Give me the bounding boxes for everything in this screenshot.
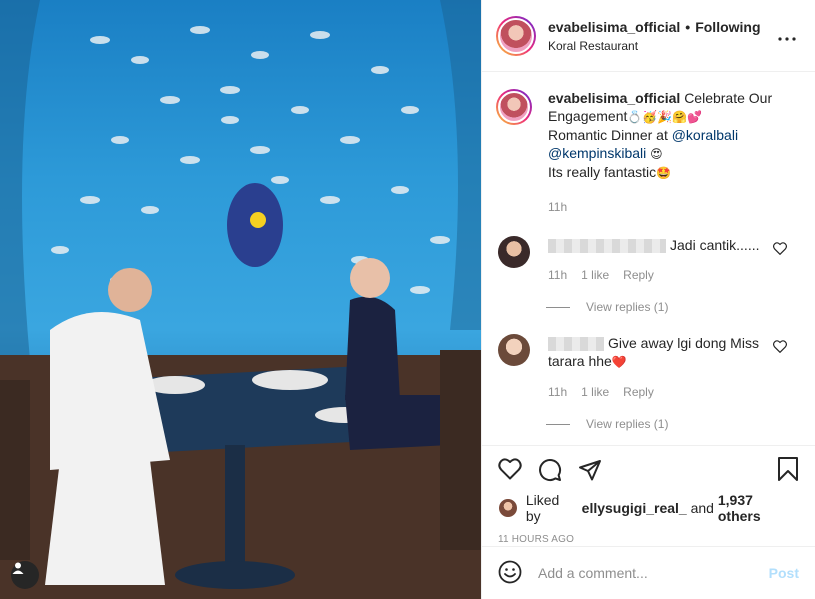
view-replies-label: View replies (1) xyxy=(586,417,669,431)
comments-section[interactable]: evabelisima_official Celebrate Our Engag… xyxy=(482,73,815,445)
comment-icon[interactable] xyxy=(538,458,578,482)
post-actions: Liked by ellysugigi_real_ and 1,937 othe… xyxy=(482,445,815,545)
post-timestamp: 11 HOURS AGO xyxy=(498,534,575,545)
likes-prefix: Liked by xyxy=(525,492,560,524)
bookmark-icon[interactable] xyxy=(777,456,799,484)
heart-icon[interactable] xyxy=(498,458,538,482)
caption-emoji: 🤩 xyxy=(656,166,672,180)
blurred-username xyxy=(548,337,604,352)
separator: • xyxy=(685,18,691,35)
caption-time: 11h xyxy=(548,200,568,214)
reply-button[interactable]: Reply xyxy=(623,266,654,284)
emoji-icon[interactable] xyxy=(498,560,522,587)
blurred-username xyxy=(548,239,666,254)
like-comment-heart-icon[interactable] xyxy=(773,340,787,356)
caption-username[interactable]: evabelisima_official xyxy=(548,90,680,106)
post-details-panel: evabelisima_official • Following Koral R… xyxy=(481,0,815,599)
caption-line2: Romantic Dinner at xyxy=(548,127,672,143)
mention-link[interactable]: @kempinskibali xyxy=(548,145,646,161)
caption-emojis: 💍🥳🎉🤗💕 xyxy=(627,110,703,124)
username-link[interactable]: evabelisima_official xyxy=(548,19,680,35)
likes-mid: and xyxy=(686,500,718,516)
comment-emoji: ❤️ xyxy=(611,355,627,369)
view-replies-button[interactable]: View replies (1) xyxy=(546,300,801,314)
comment-input[interactable]: Add a comment... xyxy=(538,565,769,581)
post-button[interactable]: Post xyxy=(769,565,799,581)
user-tag-icon[interactable] xyxy=(11,561,39,589)
location-link[interactable]: Koral Restaurant xyxy=(548,39,775,53)
comment-likes[interactable]: 1 like xyxy=(581,383,609,401)
mention-link[interactable]: @koralbali xyxy=(672,127,738,143)
caption-avatar[interactable] xyxy=(496,89,532,125)
view-replies-button[interactable]: View replies (1) xyxy=(546,417,801,431)
comment-likes[interactable]: 1 like xyxy=(581,266,609,284)
post-photo[interactable] xyxy=(0,0,481,599)
comment-item: Give away lgi dong Miss tarara hhe❤️ 11h… xyxy=(496,334,801,401)
likes-count[interactable]: 1,937 others xyxy=(718,492,799,524)
comment-time: 11h xyxy=(548,268,568,282)
comment-item: Jadi cantik...... 11h 1 like Reply xyxy=(496,236,801,284)
more-dots-icon[interactable] xyxy=(775,25,799,46)
caption: evabelisima_official Celebrate Our Engag… xyxy=(496,89,801,216)
like-comment-heart-icon[interactable] xyxy=(773,242,787,258)
post-header: evabelisima_official • Following Koral R… xyxy=(482,0,815,72)
add-comment-bar: Add a comment... Post xyxy=(482,546,815,599)
comment-time: 11h xyxy=(548,385,568,399)
comment-text: Jadi cantik...... xyxy=(670,237,760,253)
view-replies-label: View replies (1) xyxy=(586,300,669,314)
liker-username[interactable]: ellysugigi_real_ xyxy=(582,500,687,516)
caption-line3: Its really fantastic xyxy=(548,164,657,180)
likes-summary[interactable]: Liked by ellysugigi_real_ and 1,937 othe… xyxy=(498,492,799,524)
following-button[interactable]: Following xyxy=(695,19,760,35)
caption-emoji: 😍 xyxy=(650,147,663,161)
comment-avatar[interactable] xyxy=(498,236,530,268)
reply-button[interactable]: Reply xyxy=(623,383,654,401)
avatar[interactable] xyxy=(496,15,536,56)
liker-avatar[interactable] xyxy=(498,498,518,518)
comment-avatar[interactable] xyxy=(498,334,530,366)
share-icon[interactable] xyxy=(578,458,618,482)
aquarium-scene xyxy=(0,0,481,599)
